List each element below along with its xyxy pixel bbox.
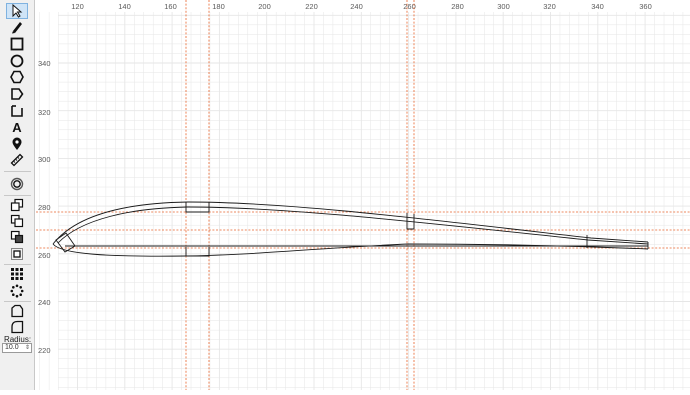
x-tick-label: 260 [403, 2, 416, 11]
x-tick-label: 360 [639, 2, 652, 11]
fillet-icon[interactable] [6, 319, 28, 335]
copy-stack-icon[interactable] [6, 197, 28, 213]
x-tick-label: 200 [258, 2, 271, 11]
x-tick-label: 140 [118, 2, 131, 11]
chamfer-icon[interactable] [6, 303, 28, 319]
map-pin-icon[interactable] [6, 136, 28, 152]
circle-icon[interactable] [6, 53, 28, 69]
y-tick-label: 260 [38, 251, 51, 260]
airfoil-upper-inner[interactable] [57, 206, 649, 245]
x-tick-label: 300 [497, 2, 510, 11]
y-tick-label: 240 [38, 298, 51, 307]
align-icon[interactable] [6, 229, 28, 245]
toolbar-separator [4, 171, 31, 172]
corner-bracket-icon[interactable] [6, 103, 28, 119]
x-tick-label: 220 [305, 2, 318, 11]
y-tick-label: 280 [38, 203, 51, 212]
y-tick-label: 340 [38, 59, 51, 68]
canvas-svg[interactable]: 120 140 160 180 200 220 240 260 280 300 … [36, 0, 690, 390]
top-ruler: 120 140 160 180 200 220 240 260 280 300 … [38, 2, 652, 355]
x-tick-label: 160 [164, 2, 177, 11]
square-icon[interactable] [6, 36, 28, 52]
offset-ring-icon[interactable] [6, 176, 28, 192]
toolbar-separator [4, 301, 31, 302]
pencil-icon[interactable] [6, 19, 28, 35]
hexagon-icon[interactable] [6, 69, 28, 85]
duplicate-icon[interactable] [6, 213, 28, 229]
select-arrow-icon[interactable] [6, 3, 28, 19]
radius-value: 10.0 [5, 344, 19, 351]
circular-array-icon[interactable] [6, 283, 28, 299]
x-tick-label: 120 [71, 2, 84, 11]
radius-input[interactable]: 10.0 ⇕ [2, 343, 32, 353]
grid-array-icon[interactable] [6, 266, 28, 282]
toolbar-separator [4, 264, 31, 265]
pentagon-icon[interactable] [6, 86, 28, 102]
y-tick-label: 220 [38, 346, 51, 355]
spinner-arrows-icon[interactable]: ⇕ [25, 344, 30, 352]
text-tool-glyph: A [12, 120, 22, 134]
x-tick-label: 240 [350, 2, 363, 11]
x-tick-label: 280 [451, 2, 464, 11]
x-tick-label: 320 [543, 2, 556, 11]
ruler-icon[interactable] [6, 152, 28, 168]
drawing-canvas[interactable]: 120 140 160 180 200 220 240 260 280 300 … [36, 0, 690, 390]
x-tick-label: 180 [212, 2, 225, 11]
airfoil-upper-outer[interactable] [52, 201, 649, 245]
toolbar: A Radius: 10.0 ⇕ [0, 0, 35, 390]
y-tick-label: 300 [38, 155, 51, 164]
grid [39, 12, 690, 390]
resize-icon[interactable] [6, 246, 28, 262]
y-tick-label: 320 [38, 108, 51, 117]
toolbar-separator [4, 195, 31, 196]
text-icon[interactable]: A [6, 119, 28, 135]
x-tick-label: 340 [591, 2, 604, 11]
